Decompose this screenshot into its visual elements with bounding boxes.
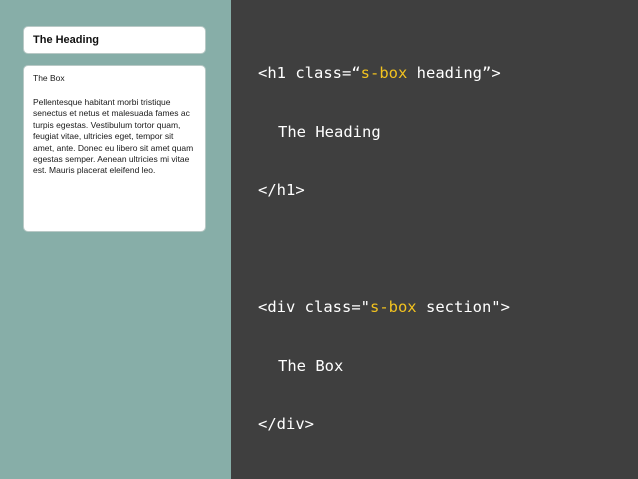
code-block: <h1 class=“s-box heading”> The Heading <… — [258, 25, 510, 454]
preview-pane: The Heading The Box Pellentesque habitan… — [0, 0, 231, 479]
heading-text: The Heading — [33, 34, 100, 46]
code-token: <h1 class=“ — [258, 64, 361, 82]
code-line-h1-open: <h1 class=“s-box heading”> — [258, 64, 510, 84]
code-token: section"> — [416, 298, 510, 316]
section-body-text: Pellentesque habitant morbi tristique se… — [33, 97, 194, 176]
section-box: The Box Pellentesque habitant morbi tris… — [23, 65, 206, 232]
section-title: The Box — [33, 73, 65, 83]
code-line-div-close: </div> — [258, 415, 314, 433]
code-token: <div class=" — [258, 298, 370, 316]
code-token-highlight: s-box — [360, 64, 408, 82]
code-line-h1-content: The Heading — [278, 122, 381, 141]
code-token: heading”> — [407, 64, 501, 82]
code-token-highlight: s-box — [369, 298, 417, 316]
code-line-h1-close: </h1> — [258, 181, 305, 199]
code-line-div-open: <div class="s-box section"> — [258, 298, 510, 318]
heading-box: The Heading — [23, 26, 206, 54]
code-line-div-content: The Box — [278, 356, 344, 375]
